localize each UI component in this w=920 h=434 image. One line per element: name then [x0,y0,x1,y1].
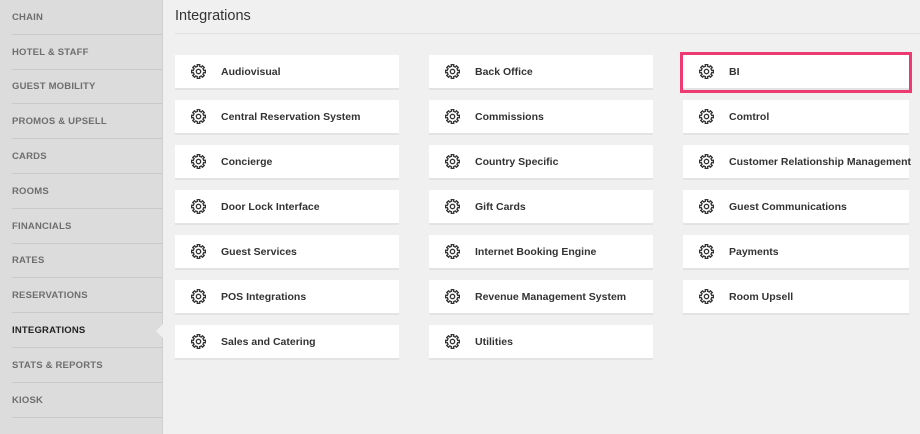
gear-icon [191,154,206,169]
integration-card-guest-services[interactable]: Guest Services [175,235,399,270]
integration-label: Concierge [221,155,273,168]
integration-label: Audiovisual [221,65,281,78]
integration-card-gift-cards[interactable]: Gift Cards [429,190,653,225]
integration-label: POS Integrations [221,290,307,303]
integration-label: Door Lock Interface [221,200,320,213]
sidebar-item-integrations[interactable]: INTEGRATIONS [0,313,163,348]
sidebar-item-label: FINANCIALS [12,220,72,232]
main-content: Integrations Audiovisual Back Office BI … [175,0,920,434]
sidebar-item-promos-upsell[interactable]: PROMOS & UPSELL [0,104,162,139]
integration-label: Comtrol [729,110,770,123]
gear-icon [445,334,460,349]
integration-card-bi[interactable]: BI [680,52,912,93]
sidebar-item-stats-reports[interactable]: STATS & REPORTS [0,348,162,383]
gear-icon [699,154,714,169]
gear-icon [445,289,460,304]
sidebar-item-label: GUEST MOBILITY [12,81,96,93]
gear-icon [191,334,206,349]
integration-card-central-reservation-system[interactable]: Central Reservation System [175,100,399,135]
integration-label: Commissions [475,110,544,123]
integration-label: Guest Services [221,245,297,258]
integration-label: Revenue Management System [475,290,627,303]
integration-label: Back Office [475,65,533,78]
sidebar-item-kiosk[interactable]: KIOSK [0,383,162,418]
integration-card-internet-booking-engine[interactable]: Internet Booking Engine [429,235,653,270]
gear-icon [445,154,460,169]
gear-icon [191,199,206,214]
gear-icon [191,289,206,304]
integration-card-room-upsell[interactable]: Room Upsell [683,280,909,315]
integration-card-concierge[interactable]: Concierge [175,145,399,180]
integration-label: Utilities [475,335,513,348]
integrations-grid: Audiovisual Back Office BI Central Reser… [175,52,912,360]
sidebar-item-rates[interactable]: RATES [0,244,162,279]
sidebar-item-label: KIOSK [12,394,44,406]
title-divider [175,33,920,34]
integration-card-pos-integrations[interactable]: POS Integrations [175,280,399,315]
gear-icon [699,64,714,79]
integration-card-back-office[interactable]: Back Office [429,55,653,90]
integration-card-payments[interactable]: Payments [683,235,909,270]
sidebar-item-guest-mobility[interactable]: GUEST MOBILITY [0,70,162,105]
integration-label: Country Specific [475,155,559,168]
gear-icon [445,244,460,259]
sidebar-item-label: RATES [12,255,45,267]
gear-icon [191,64,206,79]
integration-label: Central Reservation System [221,110,361,123]
integration-label: Internet Booking Engine [475,245,597,258]
integration-label: BI [729,65,740,78]
integration-card-customer-relationship-management[interactable]: Customer Relationship Management [683,145,912,180]
gear-icon [445,64,460,79]
integration-card-comtrol[interactable]: Comtrol [683,100,909,135]
active-indicator [156,323,163,338]
integration-label: Customer Relationship Management [729,155,912,168]
gear-icon [699,199,714,214]
sidebar-item-chain[interactable]: CHAIN [0,0,162,35]
integration-card-commissions[interactable]: Commissions [429,100,653,135]
sidebar-item-label: ROOMS [12,185,49,197]
sidebar-item-label: HOTEL & STAFF [12,46,89,58]
gear-icon [191,244,206,259]
gear-icon [699,109,714,124]
gear-icon [699,289,714,304]
sidebar-item-cards[interactable]: CARDS [0,139,162,174]
integration-card-country-specific[interactable]: Country Specific [429,145,653,180]
gear-icon [445,199,460,214]
sidebar-item-rooms[interactable]: ROOMS [0,174,162,209]
integration-label: Payments [729,245,779,258]
sidebar-item-label: CHAIN [12,11,44,23]
integration-label: Sales and Catering [221,335,316,348]
page-title: Integrations [175,8,251,24]
sidebar-item-label: INTEGRATIONS [12,325,86,337]
integration-label: Gift Cards [475,200,526,213]
integration-card-guest-communications[interactable]: Guest Communications [683,190,909,225]
sidebar-item-financials[interactable]: FINANCIALS [0,209,162,244]
integration-label: Guest Communications [729,200,847,213]
sidebar-item-label: PROMOS & UPSELL [12,116,107,128]
sidebar-item-label: CARDS [12,151,47,163]
integration-card-revenue-management-system[interactable]: Revenue Management System [429,280,653,315]
gear-icon [699,244,714,259]
sidebar-item-reservations[interactable]: RESERVATIONS [0,278,162,313]
integration-card-audiovisual[interactable]: Audiovisual [175,55,399,90]
sidebar-item-hotel-staff[interactable]: HOTEL & STAFF [0,35,162,70]
integration-label: Room Upsell [729,290,794,303]
integration-card-door-lock-interface[interactable]: Door Lock Interface [175,190,399,225]
sidebar-item-label: RESERVATIONS [12,290,88,302]
integration-card-sales-and-catering[interactable]: Sales and Catering [175,325,399,360]
gear-icon [191,109,206,124]
sidebar-item-label: STATS & REPORTS [12,359,103,371]
integration-card-utilities[interactable]: Utilities [429,325,653,360]
sidebar: CHAIN HOTEL & STAFF GUEST MOBILITY PROMO… [0,0,163,434]
gear-icon [445,109,460,124]
